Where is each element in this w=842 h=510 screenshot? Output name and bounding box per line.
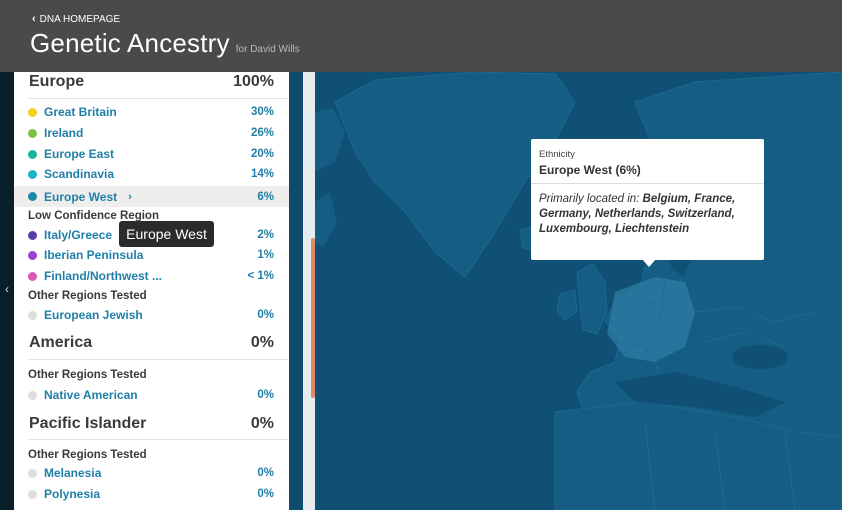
region-percent: 100% [233, 73, 274, 90]
color-dot [28, 489, 37, 499]
divider [28, 98, 288, 99]
item-label: European Jewish [44, 308, 143, 322]
page-subtitle: for David Wills [235, 44, 300, 55]
popup-arrow [642, 259, 656, 267]
list-item-native-american[interactable]: Native American 0% [14, 386, 289, 404]
title-row: Genetic Ancestry for David Wills [30, 28, 300, 59]
region-percent: 0% [250, 415, 274, 432]
item-percent: < 1% [247, 270, 274, 282]
list-item-finland-northwest[interactable]: Finland/Northwest ... < 1% [14, 267, 289, 285]
item-percent: 0% [257, 389, 274, 401]
item-percent: 20% [250, 148, 274, 160]
list-item-europe-east[interactable]: Europe East 20% [14, 145, 289, 163]
color-dot [28, 128, 37, 138]
color-dot [28, 390, 37, 400]
item-percent: 30% [250, 106, 274, 118]
color-dot [28, 271, 37, 281]
region-name: Europe [29, 73, 85, 90]
popup-body-prefix: Primarily located in: [539, 193, 640, 205]
item-percent: 0% [257, 488, 274, 500]
list-item-polynesia[interactable]: Polynesia 0% [14, 485, 289, 503]
item-label: Polynesia [44, 487, 101, 501]
list-item-iberian-peninsula[interactable]: Iberian Peninsula 1% [14, 246, 289, 264]
item-percent: 2% [257, 229, 274, 241]
other-regions-heading: Other Regions Tested [28, 369, 147, 381]
popup-title: Europe West (6%) [539, 163, 641, 177]
popup-kicker: Ethnicity [539, 149, 575, 160]
back-link-label: DNA HOMEPAGE [39, 13, 121, 25]
item-label: Europe West [44, 189, 118, 204]
other-regions-heading: Other Regions Tested [28, 449, 147, 461]
item-label: Melanesia [44, 466, 102, 480]
color-dot [28, 192, 37, 201]
item-label: Italy/Greece [44, 228, 113, 242]
divider [28, 359, 288, 360]
list-item-great-britain[interactable]: Great Britain 30% [14, 103, 289, 121]
panel-separator [289, 72, 303, 510]
divider [28, 439, 288, 440]
region-header-america[interactable]: America 0% [14, 333, 289, 353]
left-gutter: ‹ [0, 72, 14, 510]
popup-body: Primarily located in: Belgium, France, G… [539, 192, 756, 237]
chevron-right-icon: › [128, 190, 132, 203]
item-percent: 6% [257, 190, 274, 203]
list-item-melanesia[interactable]: Melanesia 0% [14, 464, 289, 482]
item-percent: 0% [257, 309, 274, 321]
item-percent: 1% [257, 249, 274, 261]
region-info-popup: Ethnicity Europe West (6%) Primarily loc… [531, 139, 764, 260]
ethnicity-list: Europe 100% Great Britain 30% Ireland 26… [14, 72, 289, 510]
black-sea [732, 345, 788, 369]
page-title: Genetic Ancestry [30, 28, 230, 58]
color-dot [28, 169, 37, 179]
british-isles-landmass [576, 263, 608, 335]
color-dot [28, 310, 37, 320]
item-percent: 26% [250, 127, 274, 139]
popup-divider [531, 183, 764, 184]
color-dot [28, 250, 37, 260]
world-map-svg [315, 72, 842, 510]
item-label: Finland/Northwest ... [44, 269, 163, 283]
other-regions-heading: Other Regions Tested [28, 290, 147, 302]
ireland-landmass [556, 289, 578, 321]
list-item-scandinavia[interactable]: Scandinavia 14% [14, 165, 289, 183]
list-item-europe-west[interactable]: Europe West › 6% [14, 186, 289, 207]
collapse-arrow-icon[interactable]: ‹ [0, 280, 14, 298]
chevron-left-icon: ‹ [32, 13, 36, 25]
color-dot [28, 230, 37, 240]
item-percent: 0% [257, 467, 274, 479]
app-header: ‹ DNA HOMEPAGE Genetic Ancestry for Davi… [0, 0, 842, 72]
region-percent: 0% [250, 334, 274, 351]
item-label: Ireland [44, 126, 84, 140]
list-item-european-jewish[interactable]: European Jewish 0% [14, 306, 289, 324]
item-label: Scandinavia [44, 167, 115, 181]
arctic-islands [315, 192, 337, 247]
ancestry-map[interactable] [315, 72, 842, 510]
list-item-ireland[interactable]: Ireland 26% [14, 124, 289, 142]
color-dot [28, 107, 37, 117]
color-dot [28, 468, 37, 478]
item-percent: 14% [250, 168, 274, 180]
item-label: Great Britain [44, 105, 117, 119]
arctic-islands [315, 108, 345, 172]
item-label: Native American [44, 388, 138, 402]
region-header-pacific-islander[interactable]: Pacific Islander 0% [14, 414, 289, 434]
item-label: Europe East [44, 147, 115, 161]
item-label: Iberian Peninsula [44, 248, 144, 262]
back-to-dna-homepage-link[interactable]: ‹ DNA HOMEPAGE [32, 13, 120, 25]
region-name: Pacific Islander [29, 415, 147, 432]
region-name: America [29, 334, 93, 351]
color-dot [28, 149, 37, 159]
region-header-europe[interactable]: Europe 100% [14, 72, 289, 92]
hover-tooltip: Europe West [119, 221, 214, 247]
